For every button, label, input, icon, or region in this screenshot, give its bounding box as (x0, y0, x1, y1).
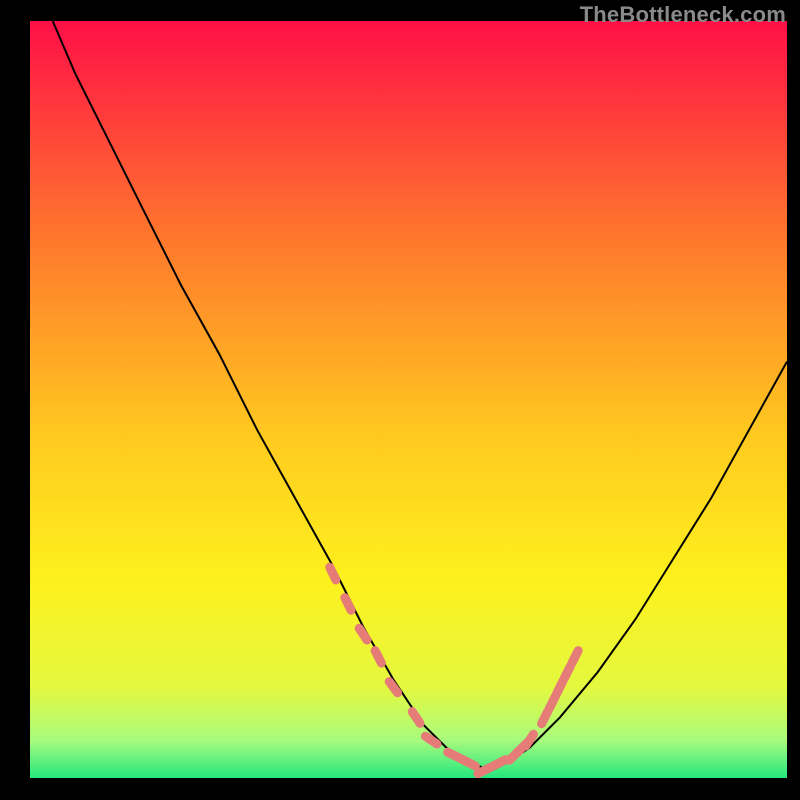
highlight-marker (448, 752, 461, 758)
bottleneck-curve (53, 21, 787, 770)
highlight-marker (542, 711, 548, 724)
curve-layer (30, 21, 787, 778)
highlight-marker (425, 736, 437, 744)
highlight-marker (549, 696, 555, 709)
highlight-marker (345, 598, 351, 611)
highlight-marker (463, 760, 476, 766)
highlight-marker (572, 651, 578, 664)
highlight-marker (493, 760, 506, 766)
highlight-marker (557, 681, 563, 694)
plot-area (30, 21, 787, 778)
highlight-marker (412, 712, 420, 724)
highlight-marker (375, 651, 381, 664)
highlight-marker (478, 767, 491, 773)
watermark-text: TheBottleneck.com (580, 2, 786, 28)
highlight-marker (330, 567, 336, 580)
marker-group (330, 567, 579, 773)
highlight-marker (564, 666, 570, 679)
